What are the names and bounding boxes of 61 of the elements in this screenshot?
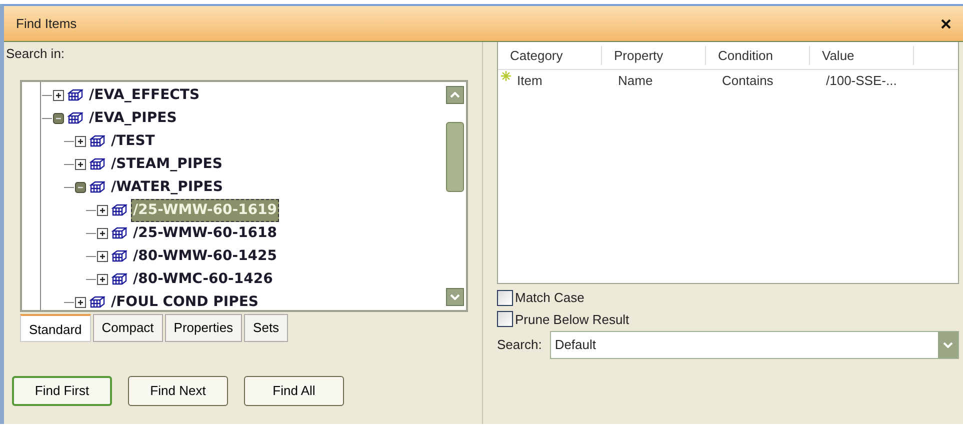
tree-item[interactable]: /EVA_EFFECTS — [87, 84, 202, 106]
cube-icon — [111, 203, 127, 217]
search-in-label: Search in: — [6, 45, 65, 63]
table-cell-text: Contains — [721, 72, 774, 90]
find-button[interactable]: Find First — [12, 376, 112, 406]
checkbox[interactable] — [497, 311, 513, 328]
table-cell-text: Name — [617, 72, 654, 90]
scroll-up-button[interactable] — [446, 86, 464, 104]
tree-item[interactable]: /FOUL COND PIPES — [109, 290, 261, 310]
plus-icon[interactable] — [75, 136, 86, 146]
plus-icon[interactable] — [97, 250, 108, 262]
tree-item[interactable]: /TEST — [109, 130, 157, 152]
cube-icon — [67, 88, 83, 102]
tab[interactable]: Standard — [20, 314, 91, 342]
cube-icon — [67, 111, 83, 125]
cube-icon — [89, 295, 105, 309]
asterisk-icon — [501, 71, 511, 81]
checkbox-label: Match Case — [515, 289, 584, 307]
plus-icon[interactable] — [75, 296, 86, 308]
search-label: Search: — [497, 336, 542, 354]
find-button[interactable]: Find All — [244, 376, 344, 406]
caret-down-icon — [450, 294, 460, 300]
column-header[interactable]: Category — [498, 46, 602, 66]
caret-up-icon — [450, 92, 460, 98]
tree-item[interactable]: /80-WMC-60-1426 — [131, 268, 275, 290]
column-header[interactable]: Value — [810, 46, 914, 66]
column-header[interactable]: Condition — [706, 46, 810, 66]
search-dropdown[interactable]: Default — [550, 331, 959, 359]
plus-icon[interactable] — [97, 228, 108, 238]
dropdown-button[interactable] — [938, 332, 958, 358]
table-cell-text: /100-SSE-... — [825, 72, 898, 90]
plus-icon[interactable] — [97, 274, 108, 284]
cube-icon — [111, 272, 127, 286]
checkbox-label: Prune Below Result — [515, 310, 630, 328]
cube-icon — [89, 134, 105, 148]
cube-icon — [111, 249, 127, 263]
scroll-down-button[interactable] — [446, 288, 464, 306]
tree-item[interactable]: /WATER_PIPES — [109, 176, 225, 198]
minus-icon[interactable] — [75, 182, 86, 192]
cube-icon — [89, 157, 105, 171]
plus-icon[interactable] — [75, 158, 86, 170]
cube-icon — [89, 180, 105, 194]
minus-icon[interactable] — [53, 112, 64, 124]
scroll-thumb[interactable] — [446, 122, 464, 192]
find-button[interactable]: Find Next — [128, 376, 228, 406]
tree-item[interactable]: /25-WMW-60-1618 — [131, 222, 280, 244]
tree-item[interactable]: /STEAM_PIPES — [109, 152, 224, 176]
column-header[interactable]: Property — [602, 46, 706, 66]
cube-icon — [111, 226, 127, 240]
tab[interactable]: Properties — [164, 314, 242, 342]
tree-item[interactable]: /EVA_PIPES — [87, 106, 179, 130]
caret-down-icon — [943, 342, 953, 348]
tab[interactable]: Sets — [244, 314, 288, 342]
checkbox[interactable] — [497, 290, 513, 306]
plus-icon[interactable] — [53, 90, 64, 100]
plus-icon[interactable] — [97, 204, 108, 216]
window-title: Find Items — [16, 14, 77, 33]
tree-item[interactable]: /80-WMW-60-1425 — [131, 244, 280, 268]
table-cell-text: Item — [516, 72, 544, 90]
close-icon[interactable] — [941, 18, 951, 28]
tab[interactable]: Compact — [92, 314, 163, 342]
